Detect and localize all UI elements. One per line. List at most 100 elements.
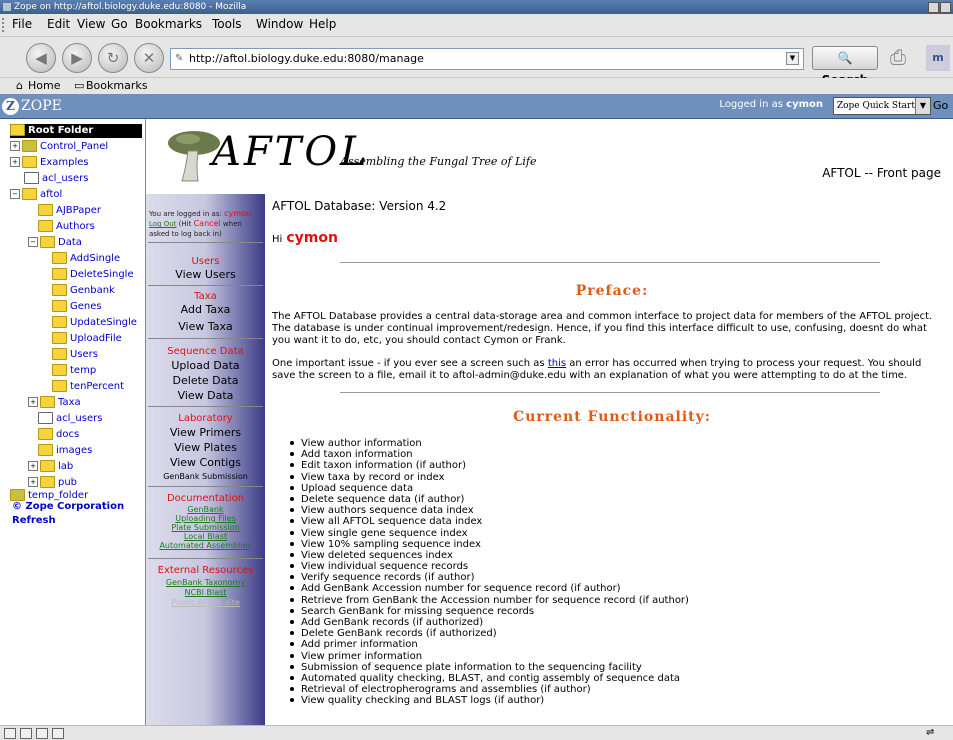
view-primers-link[interactable]: View Primers: [146, 426, 265, 439]
folder-icon: [52, 284, 67, 296]
home-button[interactable]: Home: [28, 79, 60, 92]
tree-item-authors[interactable]: Authors: [38, 220, 95, 234]
expand-icon[interactable]: +: [28, 397, 38, 407]
divider: [148, 242, 263, 243]
functionality-item: Edit taxon information (if author): [290, 460, 689, 471]
ext-link-public-aftol[interactable]: Public AFTOL site: [146, 598, 265, 607]
reload-icon[interactable]: ↻: [98, 43, 128, 73]
stop-icon[interactable]: ✕: [134, 43, 164, 73]
menu-window[interactable]: Window: [256, 17, 303, 31]
menu-bookmarks[interactable]: Bookmarks: [135, 17, 202, 31]
add-taxa-link[interactable]: Add Taxa: [146, 303, 265, 316]
tree-item-ajbpaper[interactable]: AJBPaper: [38, 204, 101, 218]
tree-item-acl-users-aftol[interactable]: acl_users: [38, 412, 102, 426]
menu-tools[interactable]: Tools: [212, 17, 242, 31]
functionality-item: View taxa by record or index: [290, 472, 689, 483]
quick-start-select[interactable]: Zope Quick Start ▼: [833, 97, 931, 115]
tree-item-updatesingle[interactable]: UpdateSingle: [52, 316, 137, 330]
minimize-icon[interactable]: [928, 2, 939, 13]
tree-item-temp[interactable]: temp: [52, 364, 96, 378]
navigator-icon[interactable]: [4, 728, 16, 739]
tree-item-genbank[interactable]: Genbank: [52, 284, 115, 298]
tree-item-control-panel[interactable]: + Control_Panel: [10, 140, 108, 154]
tree-item-docs[interactable]: docs: [38, 428, 79, 442]
tree-item-lab[interactable]: + lab: [28, 460, 73, 474]
tree-item-tenpercent[interactable]: tenPercent: [52, 380, 124, 394]
menu-help[interactable]: Help: [309, 17, 336, 31]
menu-view[interactable]: View: [77, 17, 105, 31]
tree-item-users[interactable]: Users: [52, 348, 98, 362]
menu-go[interactable]: Go: [111, 17, 128, 31]
doc-link-uploading-files[interactable]: Uploading Files: [146, 514, 265, 523]
url-dropdown-icon[interactable]: ▼: [786, 52, 799, 65]
collapse-icon[interactable]: −: [28, 237, 38, 247]
zope-logo[interactable]: Z ZOPE: [2, 96, 62, 116]
view-taxa-link[interactable]: View Taxa: [146, 320, 265, 333]
go-button[interactable]: Go: [933, 99, 948, 112]
expand-icon[interactable]: +: [10, 157, 20, 167]
expand-icon[interactable]: +: [28, 477, 38, 487]
view-plates-link[interactable]: View Plates: [146, 441, 265, 454]
functionality-item: View individual sequence records: [290, 561, 689, 572]
tree-item-images[interactable]: images: [38, 444, 92, 458]
tree-item-addsingle[interactable]: AddSingle: [52, 252, 120, 266]
temp-folder-icon: [10, 489, 25, 501]
back-icon[interactable]: ◀: [26, 43, 56, 73]
users-heading: Users: [191, 256, 220, 267]
search-button[interactable]: 🔍 Search: [812, 46, 878, 87]
upload-data-link[interactable]: Upload Data: [146, 359, 265, 372]
functionality-item: Retrieve from GenBank the Accession numb…: [290, 595, 689, 606]
tree-item-genes[interactable]: Genes: [52, 300, 102, 314]
mail-icon[interactable]: [20, 728, 32, 739]
composer-icon[interactable]: [36, 728, 48, 739]
tree-item-examples[interactable]: + Examples: [10, 156, 89, 170]
error-example-link[interactable]: this: [548, 358, 566, 369]
user-folder-icon: [38, 412, 53, 424]
expand-icon[interactable]: +: [28, 461, 38, 471]
tree-item-acl-users[interactable]: acl_users: [24, 172, 88, 186]
doc-link-genbank[interactable]: GenBank: [146, 505, 265, 514]
tree-item-deletesingle[interactable]: DeleteSingle: [52, 268, 134, 282]
folder-icon: [38, 444, 53, 456]
refresh-link[interactable]: Refresh: [12, 515, 56, 526]
tree-item-label: Data: [58, 237, 82, 248]
genbank-submission-link[interactable]: GenBank Submission: [146, 472, 265, 481]
tree-item-aftol[interactable]: − aftol: [10, 188, 62, 202]
expand-icon[interactable]: +: [10, 141, 20, 151]
divider: [340, 392, 880, 393]
url-text[interactable]: http://aftol.biology.duke.edu:8080/manag…: [189, 52, 424, 65]
view-data-link[interactable]: View Data: [146, 389, 265, 402]
menu-file[interactable]: File: [12, 17, 32, 31]
tree-item-data[interactable]: − Data: [28, 236, 82, 250]
forward-icon[interactable]: ▶: [62, 43, 92, 73]
print-icon[interactable]: ⎙: [890, 45, 920, 71]
bookmarks-icon: ▭: [74, 79, 85, 92]
url-bar[interactable]: ✎ http://aftol.biology.duke.edu:8080/man…: [170, 48, 804, 70]
doc-link-local-blast[interactable]: Local Blast: [146, 532, 265, 541]
folder-icon: [22, 188, 37, 200]
delete-data-link[interactable]: Delete Data: [146, 374, 265, 387]
chevron-down-icon[interactable]: ▼: [915, 98, 930, 114]
tree-item-label: AJBPaper: [56, 205, 101, 216]
maximize-icon[interactable]: [940, 2, 951, 13]
folder-icon: [52, 364, 67, 376]
collapse-icon[interactable]: −: [10, 189, 20, 199]
logout-link[interactable]: Log Out: [149, 220, 176, 228]
doc-link-automated-assemblies[interactable]: Automated Assemblies: [146, 541, 265, 550]
tree-root[interactable]: Root Folder: [10, 124, 142, 138]
ext-link-genbank-taxonomy[interactable]: GenBank Taxonomy: [146, 578, 265, 587]
tree-item-pub[interactable]: + pub: [28, 476, 77, 490]
tree-item-label: docs: [56, 429, 80, 440]
window-menu-icon[interactable]: [3, 3, 11, 11]
bookmarks-button[interactable]: Bookmarks: [86, 79, 147, 92]
zope-copyright-link[interactable]: © Zope Corporation: [12, 501, 124, 512]
address-book-icon[interactable]: [52, 728, 64, 739]
login-user: cymon: [224, 209, 251, 218]
doc-link-plate-submission[interactable]: Plate Submission: [146, 523, 265, 532]
tree-item-taxa[interactable]: + Taxa: [28, 396, 81, 410]
ext-link-ncbi-blast[interactable]: NCBI Blast: [146, 588, 265, 597]
view-contigs-link[interactable]: View Contigs: [146, 456, 265, 469]
menu-edit[interactable]: Edit: [47, 17, 70, 31]
view-users-link[interactable]: View Users: [146, 268, 265, 281]
tree-item-uploadfile[interactable]: UploadFile: [52, 332, 122, 346]
